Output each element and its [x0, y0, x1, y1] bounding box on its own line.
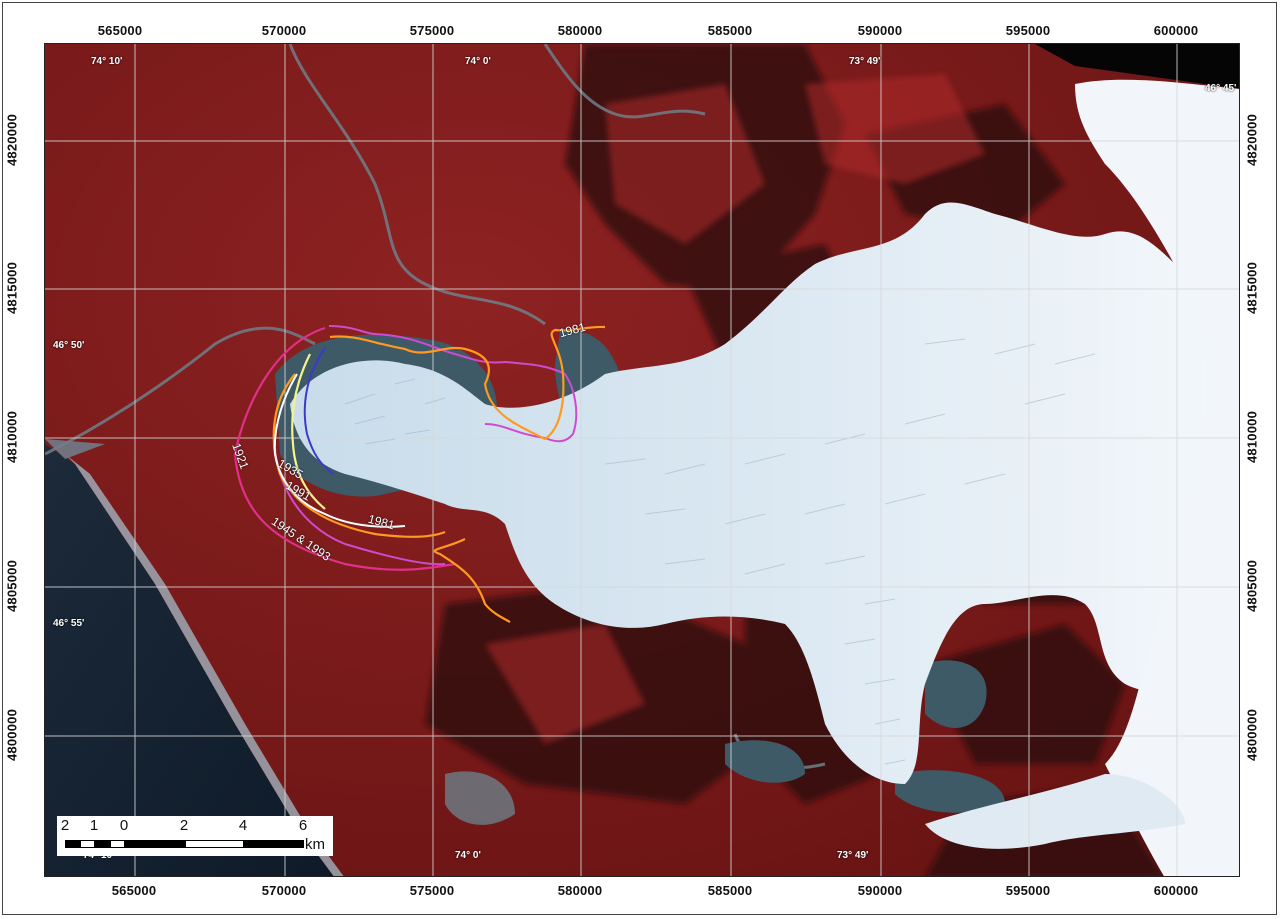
- x-tick-bottom: 585000: [707, 883, 753, 898]
- scale-segment: [95, 840, 110, 848]
- scale-segment: [244, 840, 304, 848]
- scale-label: 0: [119, 817, 129, 834]
- geo-label-lat: 46° 50': [53, 340, 85, 351]
- y-tick-right: 4820000: [1244, 113, 1260, 167]
- x-tick-bottom: 570000: [261, 883, 307, 898]
- x-tick-top: 590000: [857, 23, 903, 38]
- scale-label: 1: [89, 817, 99, 834]
- y-tick-left: 4810000: [4, 410, 20, 464]
- y-tick-left: 4820000: [4, 113, 20, 167]
- scale-segment: [110, 840, 125, 848]
- y-tick-right: 4815000: [1244, 261, 1260, 315]
- x-tick-top: 575000: [409, 23, 455, 38]
- x-tick-bottom: 575000: [409, 883, 455, 898]
- y-tick-right: 4810000: [1244, 410, 1260, 464]
- scale-label: 2: [60, 817, 70, 834]
- scale-label: 4: [238, 817, 248, 834]
- y-tick-right: 4800000: [1244, 708, 1260, 762]
- scale-bar: 2 1 0 2 4 6 km: [57, 816, 333, 856]
- scale-label: 6: [298, 817, 308, 834]
- x-tick-top: 580000: [557, 23, 603, 38]
- x-tick-bottom: 565000: [111, 883, 157, 898]
- y-tick-left: 4815000: [4, 261, 20, 315]
- geo-label-lat: 46° 55': [53, 618, 85, 629]
- scale-segment: [65, 840, 80, 848]
- y-tick-left: 4800000: [4, 708, 20, 762]
- x-tick-bottom: 590000: [857, 883, 903, 898]
- y-tick-left: 4805000: [4, 559, 20, 613]
- geo-label-lon: 74° 10': [91, 56, 123, 67]
- scale-segment: [80, 840, 95, 848]
- satellite-map[interactable]: 74° 10' 74° 0' 73° 49' 46° 45' 46° 50' 4…: [44, 43, 1240, 877]
- scale-unit: km: [305, 836, 325, 853]
- geo-label-lon: 73° 49': [849, 56, 881, 67]
- x-tick-bottom: 595000: [1005, 883, 1051, 898]
- x-tick-top: 570000: [261, 23, 307, 38]
- geo-label-lat: 46° 45': [1205, 83, 1237, 94]
- scale-label: 2: [179, 817, 189, 834]
- lake-east: [925, 660, 987, 728]
- y-tick-right: 4805000: [1244, 559, 1260, 613]
- scale-segment: [125, 840, 185, 848]
- scale-segment: [185, 840, 244, 848]
- geo-label-lon: 74° 0': [455, 850, 481, 861]
- geo-label-lon: 73° 49': [837, 850, 869, 861]
- x-tick-top: 595000: [1005, 23, 1051, 38]
- x-tick-top: 600000: [1153, 23, 1199, 38]
- x-tick-top: 565000: [97, 23, 143, 38]
- x-tick-bottom: 580000: [557, 883, 603, 898]
- x-tick-top: 585000: [707, 23, 753, 38]
- map-canvas: [45, 44, 1239, 876]
- x-tick-bottom: 600000: [1153, 883, 1199, 898]
- geo-label-lon: 74° 0': [465, 56, 491, 67]
